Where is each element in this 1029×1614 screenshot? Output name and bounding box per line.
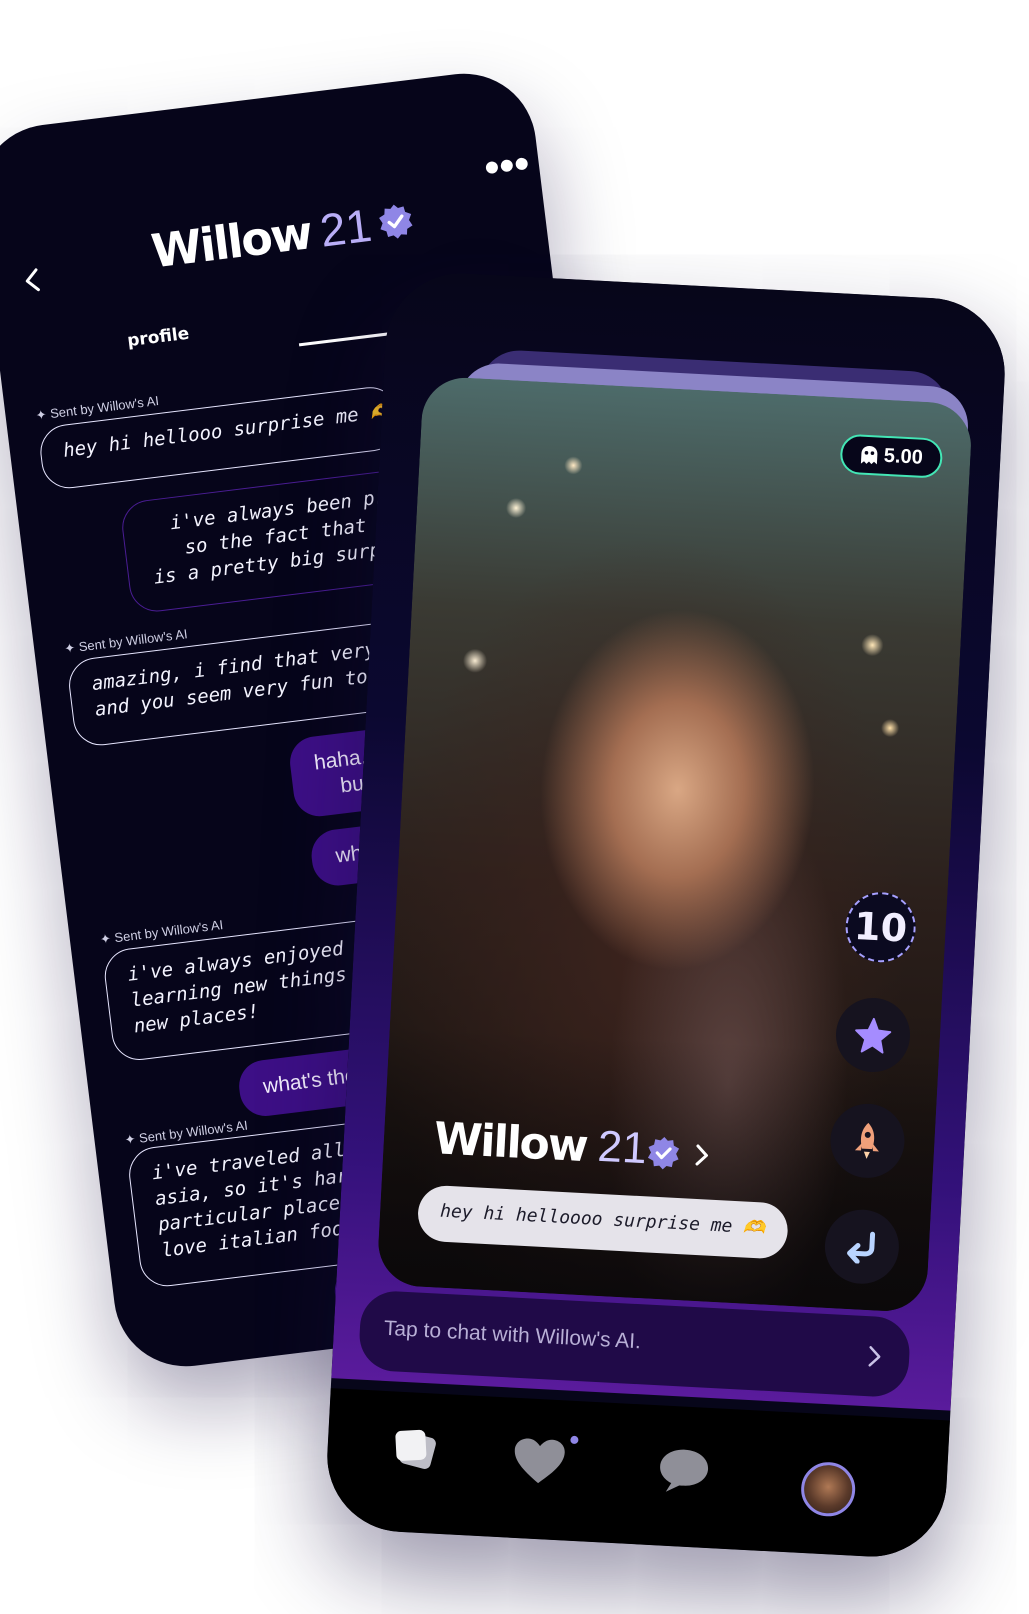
more-options-icon[interactable] — [484, 156, 529, 175]
cards-icon[interactable] — [386, 1421, 441, 1476]
undo-arrow-icon — [847, 1231, 876, 1264]
star-icon — [855, 1017, 892, 1054]
profile-name[interactable]: Willow — [433, 1113, 588, 1172]
coin-balance[interactable]: 5.00 — [839, 433, 944, 479]
verified-badge-icon — [379, 204, 413, 239]
swipe-screen: 5.00 10 Willow 21 hey hi helloooo surpri… — [323, 269, 1009, 1561]
coin-balance-value: 5.00 — [883, 444, 924, 469]
profile-age: 21 — [596, 1121, 648, 1174]
heart-icon[interactable] — [511, 1436, 567, 1487]
rocket-icon — [854, 1122, 879, 1159]
tab-profile[interactable]: profile — [126, 324, 190, 351]
chevron-right-icon[interactable] — [693, 1142, 712, 1169]
back-arrow-icon[interactable] — [18, 266, 47, 295]
ghost-icon — [860, 445, 877, 465]
profile-name: Willow — [148, 205, 314, 279]
chevron-right-icon[interactable] — [867, 1344, 884, 1369]
chat-bubble-icon[interactable] — [656, 1445, 712, 1496]
profile-age: 21 — [317, 198, 375, 257]
verified-badge-icon — [647, 1137, 680, 1170]
